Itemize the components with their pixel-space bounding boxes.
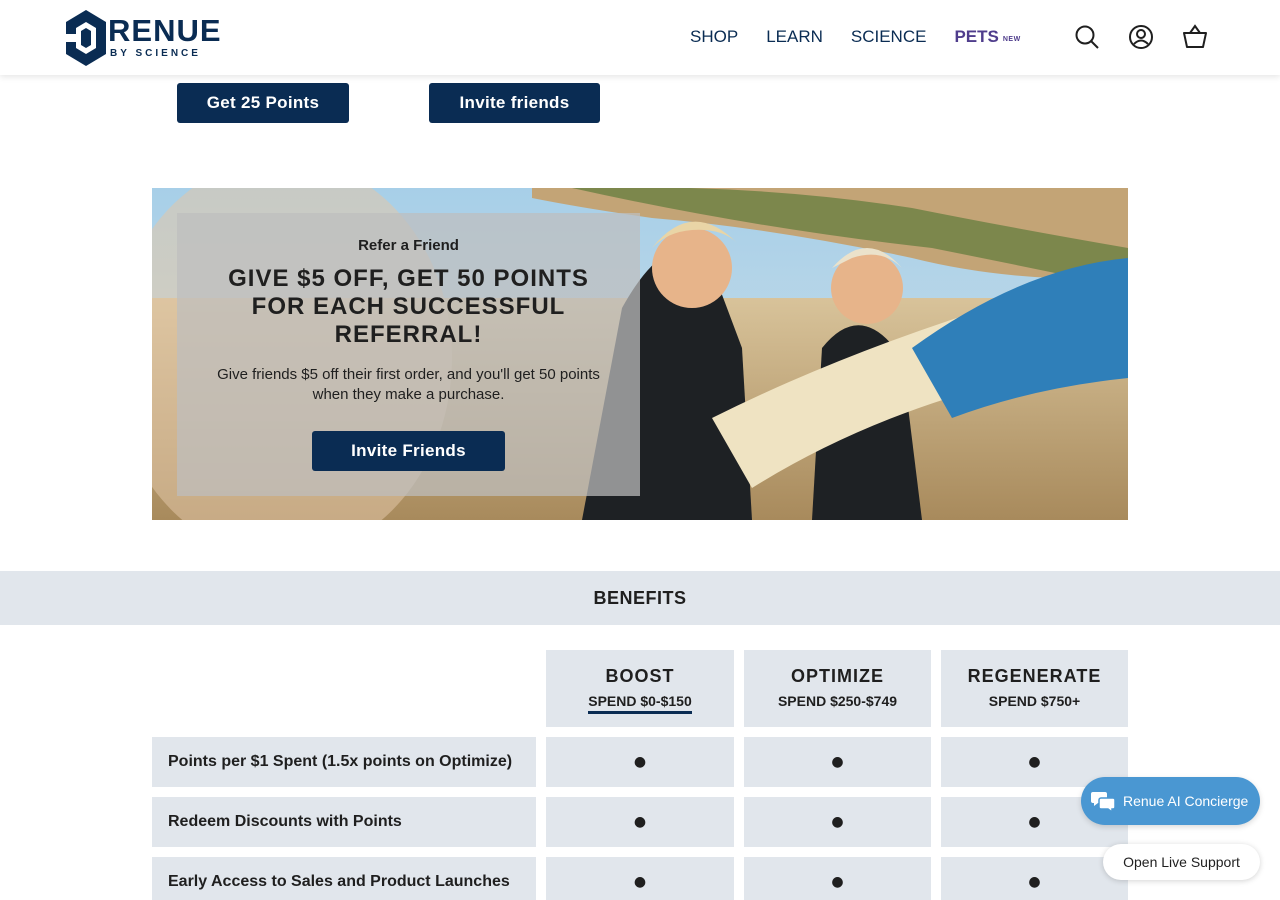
benefit-row-label: Redeem Discounts with Points [152,797,536,847]
chat-bubbles-icon [1091,792,1115,812]
tier-name: BOOST [605,666,675,686]
main-nav: SHOP LEARN SCIENCE PETS NEW [690,26,1049,51]
site-header: RENUE BY SCIENCE SHOP LEARN SCIENCE PETS… [0,0,1280,75]
nav-new-badge: NEW [1002,36,1021,43]
brand-name: RENUE [108,13,222,48]
nav-learn[interactable]: LEARN [766,26,823,51]
benefit-cell: ● [744,797,931,847]
get-points-button[interactable]: Get 25 Points [177,83,349,123]
referral-panel: Refer a Friend GIVE $5 OFF, GET 50 POINT… [177,213,640,496]
benefit-cell: ● [546,737,734,787]
hero-eyebrow: Refer a Friend [358,237,459,254]
search-icon[interactable] [1074,24,1100,50]
brand-tagline: BY SCIENCE [110,48,201,59]
tier-range: SPEND $250-$749 [777,693,898,709]
nav-science[interactable]: SCIENCE [851,26,927,51]
brand-logo[interactable]: RENUE BY SCIENCE [64,8,224,68]
hero-title: GIVE $5 OFF, GET 50 POINTS FOR EACH SUCC… [228,265,589,348]
benefit-cell: ● [546,857,734,900]
nav-pets-label: PETS [954,27,999,46]
tier-optimize[interactable]: OPTIMIZE SPEND $250-$749 [744,650,931,727]
referral-hero: Refer a Friend GIVE $5 OFF, GET 50 POINT… [152,188,1128,520]
benefit-cell: ● [546,797,734,847]
benefit-row-label: Points per $1 Spent (1.5x points on Opti… [152,737,536,787]
benefits-title: BENEFITS [593,587,687,608]
hexagon-logo-icon [66,10,106,66]
ai-concierge-button[interactable]: Renue AI Concierge [1081,777,1260,825]
nav-shop[interactable]: SHOP [690,26,738,51]
benefit-row-label: Early Access to Sales and Product Launch… [152,857,536,900]
benefit-cell: ● [744,857,931,900]
tier-name: OPTIMIZE [791,666,884,686]
tier-range: SPEND $750+ [988,693,1081,709]
invite-friends-button[interactable]: Invite friends [429,83,600,123]
tier-regenerate[interactable]: REGENERATE SPEND $750+ [941,650,1128,727]
tier-name: REGENERATE [967,666,1102,686]
live-support-button[interactable]: Open Live Support [1103,844,1260,880]
tier-range: SPEND $0-$150 [588,693,692,714]
benefits-header: BENEFITS [0,571,1280,625]
hero-body: Give friends $5 off their first order, a… [217,366,600,403]
tier-boost[interactable]: BOOST SPEND $0-$150 [546,650,734,727]
concierge-label: Renue AI Concierge [1123,793,1249,809]
account-icon[interactable] [1128,24,1154,50]
invite-friends-hero-button[interactable]: Invite Friends [312,431,505,471]
cart-icon[interactable] [1182,24,1208,50]
benefit-cell: ● [941,857,1128,900]
benefit-cell: ● [744,737,931,787]
nav-pets[interactable]: PETS NEW [954,26,1020,51]
